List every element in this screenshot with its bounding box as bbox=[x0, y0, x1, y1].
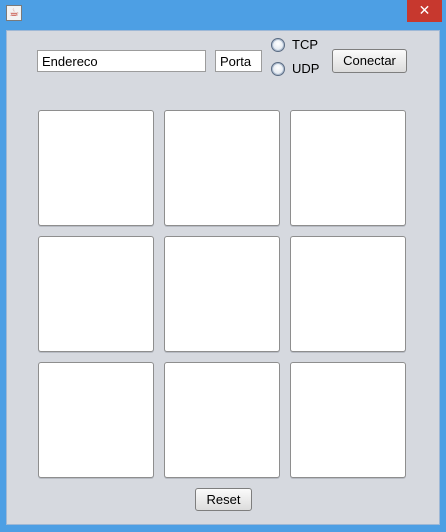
board-cell-6[interactable] bbox=[38, 362, 154, 478]
tcp-radio-circle[interactable] bbox=[271, 38, 285, 52]
board-cell-5[interactable] bbox=[290, 236, 406, 352]
tcp-radio-label: TCP bbox=[292, 37, 318, 52]
udp-radio[interactable]: UDP bbox=[271, 61, 331, 79]
content-panel: TCP UDP Conectar Reset bbox=[6, 30, 440, 525]
title-bar: ☕ ✕ bbox=[0, 0, 446, 26]
app-window: ☕ ✕ TCP UDP Conectar Reset bbox=[0, 0, 446, 532]
connect-button[interactable]: Conectar bbox=[332, 49, 407, 73]
board-cell-0[interactable] bbox=[38, 110, 154, 226]
board-cell-4[interactable] bbox=[164, 236, 280, 352]
board-cell-1[interactable] bbox=[164, 110, 280, 226]
udp-radio-label: UDP bbox=[292, 61, 320, 76]
board-cell-3[interactable] bbox=[38, 236, 154, 352]
board-cell-7[interactable] bbox=[164, 362, 280, 478]
board-cell-2[interactable] bbox=[290, 110, 406, 226]
tcp-radio[interactable]: TCP bbox=[271, 37, 331, 55]
port-input[interactable] bbox=[215, 50, 262, 72]
board-cell-8[interactable] bbox=[290, 362, 406, 478]
reset-button[interactable]: Reset bbox=[195, 488, 252, 511]
udp-radio-circle[interactable] bbox=[271, 62, 285, 76]
java-coffee-icon: ☕ bbox=[6, 5, 22, 21]
close-button[interactable]: ✕ bbox=[407, 0, 442, 22]
address-input[interactable] bbox=[37, 50, 206, 72]
